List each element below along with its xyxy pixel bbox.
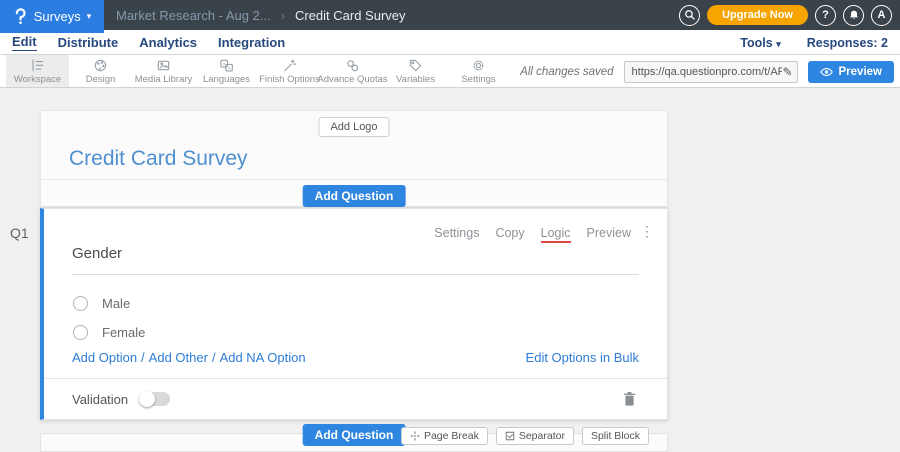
image-icon <box>156 58 171 73</box>
question-more-menu-icon[interactable]: ⋮ <box>640 223 654 240</box>
tab-edit[interactable]: Edit <box>12 34 37 51</box>
edit-toolbar: Workspace Design Media Library xA Langua… <box>0 55 900 88</box>
edit-url-pencil-icon[interactable]: ✎ <box>782 65 792 79</box>
question-number: Q1 <box>10 225 29 241</box>
breadcrumb: Market Research - Aug 2... › Credit Card… <box>116 0 406 30</box>
survey-url-value: https://qa.questionpro.com/t/APNrFZgQ <box>632 66 783 78</box>
upgrade-now-button[interactable]: Upgrade Now <box>707 5 808 25</box>
account-avatar[interactable]: A <box>871 5 892 26</box>
search-icon <box>684 9 696 21</box>
breadcrumb-survey-name: Credit Card Survey <box>295 8 406 23</box>
question-text-field[interactable]: Gender <box>72 245 639 275</box>
toolbar-item-workspace[interactable]: Workspace <box>6 55 69 87</box>
toolbar-right: All changes saved https://qa.questionpro… <box>520 55 894 88</box>
tab-analytics[interactable]: Analytics <box>139 35 197 50</box>
top-bar-actions: Upgrade Now ? A <box>679 0 892 30</box>
avatar-initial: A <box>878 9 886 21</box>
survey-canvas: Add Logo Credit Card Survey Add Question… <box>0 88 900 452</box>
translate-icon: xA <box>219 58 234 73</box>
product-name: Surveys <box>34 9 81 24</box>
question-mark-icon: ? <box>822 9 829 21</box>
page-break-icon <box>410 431 420 441</box>
survey-title[interactable]: Credit Card Survey <box>69 147 248 171</box>
block-action-buttons: Page Break Separator Split Block <box>401 427 649 445</box>
palette-icon <box>93 58 108 73</box>
checkbox-icon <box>505 431 515 441</box>
question-card: Settings Copy Logic Preview ⋮ Gender Mal… <box>40 208 668 420</box>
survey-header-card: Add Logo Credit Card Survey Add Question <box>40 110 668 207</box>
split-block-button[interactable]: Split Block <box>582 427 649 445</box>
radio-button[interactable] <box>73 296 88 311</box>
question-preview-link[interactable]: Preview <box>587 226 631 243</box>
app-window: Market Research - Aug 2... › Credit Card… <box>0 0 900 452</box>
question-menu: Settings Copy Logic Preview <box>434 226 631 243</box>
search-button[interactable] <box>679 5 700 26</box>
validation-toggle[interactable] <box>140 392 170 406</box>
tab-integration[interactable]: Integration <box>218 35 285 50</box>
breadcrumb-folder[interactable]: Market Research - Aug 2... <box>116 8 271 23</box>
radio-button[interactable] <box>73 325 88 340</box>
questionpro-logo-icon <box>13 7 28 26</box>
add-question-button-top[interactable]: Add Question <box>303 185 406 207</box>
toolbar-item-design[interactable]: Design <box>69 55 132 87</box>
nav-right: Tools ▾ Responses: 2 <box>740 30 888 55</box>
link-separator: / <box>141 350 145 365</box>
separator-button[interactable]: Separator <box>496 427 574 445</box>
trash-icon <box>622 391 637 407</box>
add-other-link[interactable]: Add Other <box>149 350 208 365</box>
magic-wand-icon <box>282 58 297 73</box>
add-na-option-link[interactable]: Add NA Option <box>220 350 306 365</box>
save-status: All changes saved <box>520 66 613 78</box>
top-bar: Market Research - Aug 2... › Credit Card… <box>0 0 900 30</box>
toolbar-item-finish-options[interactable]: Finish Options <box>258 55 321 87</box>
chevron-down-icon: ▾ <box>87 11 92 22</box>
tools-menu[interactable]: Tools ▾ <box>740 36 780 50</box>
eye-icon <box>820 67 833 77</box>
survey-url-input[interactable]: https://qa.questionpro.com/t/APNrFZgQ ✎ <box>624 61 798 83</box>
option-links-row: Add Option / Add Other / Add NA Option E… <box>72 350 639 365</box>
chain-links-icon <box>345 58 360 73</box>
toolbar-item-settings[interactable]: Settings <box>447 55 510 87</box>
edit-options-in-bulk-link[interactable]: Edit Options in Bulk <box>526 350 639 365</box>
survey-nav: Edit Distribute Analytics Integration To… <box>0 30 900 55</box>
toolbar-item-languages[interactable]: xA Languages <box>195 55 258 87</box>
link-separator: / <box>212 350 216 365</box>
product-switcher[interactable]: Surveys ▾ <box>0 0 104 33</box>
toolbar-item-advance-quotas[interactable]: Advance Quotas <box>321 55 384 87</box>
help-button[interactable]: ? <box>815 5 836 26</box>
question-logic-link[interactable]: Logic <box>541 226 571 243</box>
svg-text:A: A <box>228 65 232 70</box>
block-controls: Add Question Page Break Separator Split … <box>40 420 668 452</box>
validation-label: Validation <box>72 392 128 407</box>
page-break-button[interactable]: Page Break <box>401 427 488 445</box>
delete-question-button[interactable] <box>622 391 637 407</box>
tab-distribute[interactable]: Distribute <box>58 35 119 50</box>
toggle-knob <box>139 391 155 407</box>
toolbar-item-variables[interactable]: Variables <box>384 55 447 87</box>
workspace-icon <box>30 58 45 73</box>
add-option-link[interactable]: Add Option <box>72 350 137 365</box>
toolbar-item-media-library[interactable]: Media Library <box>132 55 195 87</box>
add-question-button-bottom[interactable]: Add Question <box>303 424 406 446</box>
question-footer-divider <box>44 378 667 379</box>
question-settings-link[interactable]: Settings <box>434 226 479 243</box>
option-label[interactable]: Male <box>102 296 130 311</box>
chevron-down-icon: ▾ <box>776 39 781 49</box>
tag-icon <box>408 58 423 73</box>
option-label[interactable]: Female <box>102 325 145 340</box>
responses-count[interactable]: Responses: 2 <box>807 36 888 50</box>
chevron-right-icon: › <box>281 8 285 23</box>
gear-icon <box>471 58 486 73</box>
add-logo-button[interactable]: Add Logo <box>318 117 389 137</box>
tools-label: Tools <box>740 36 772 50</box>
notifications-button[interactable] <box>843 5 864 26</box>
answer-option-row: Female <box>73 323 145 341</box>
header-divider <box>41 179 667 180</box>
answer-option-row: Male <box>73 294 130 312</box>
question-footer: Validation <box>72 390 637 408</box>
preview-label: Preview <box>839 66 882 78</box>
preview-button[interactable]: Preview <box>808 61 894 83</box>
question-copy-link[interactable]: Copy <box>495 226 524 243</box>
bell-icon <box>848 9 860 21</box>
